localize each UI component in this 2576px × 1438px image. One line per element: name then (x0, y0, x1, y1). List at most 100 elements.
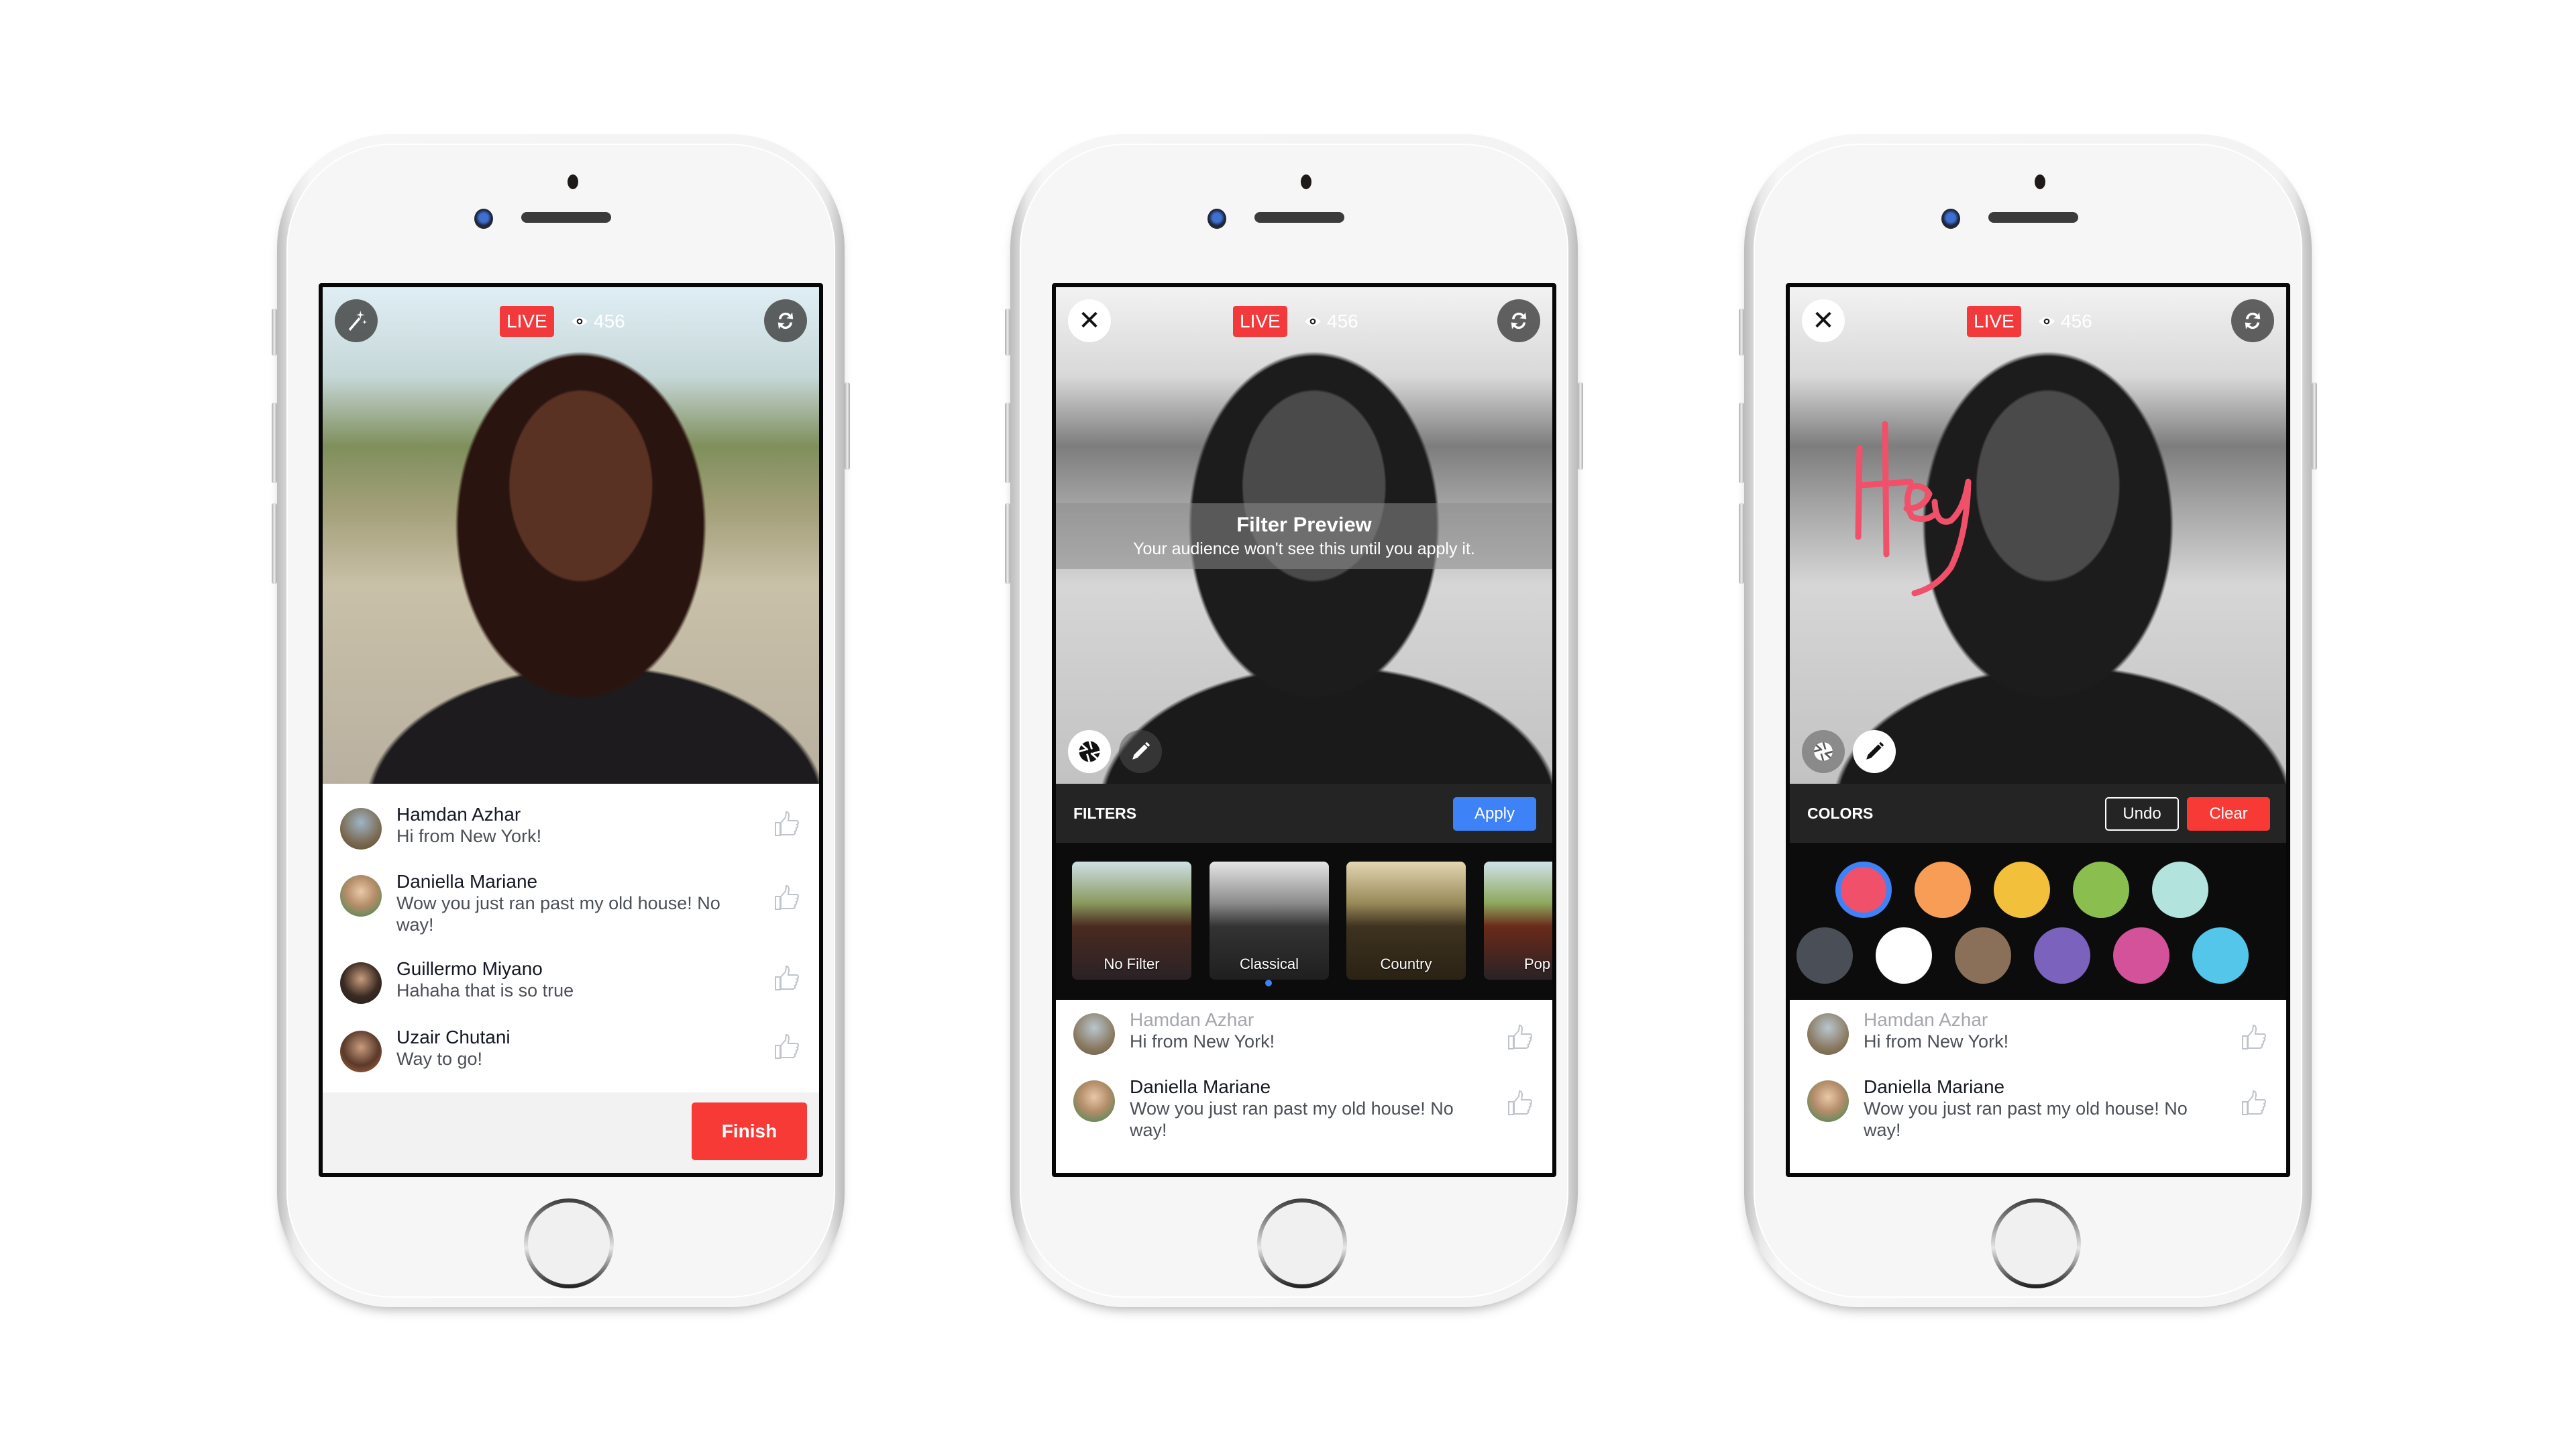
flip-camera-button[interactable] (1497, 299, 1540, 342)
comment-message: Way to go! (396, 1049, 483, 1069)
shutter-icon (1077, 739, 1102, 764)
drawing-hey (1855, 421, 1972, 597)
eye-icon (2038, 315, 2055, 327)
home-button[interactable] (1991, 1198, 2081, 1288)
close-button[interactable]: ✕ (1068, 299, 1111, 342)
phone-face: LIVE 456 Hamdan Azhar Hi from New York! (286, 144, 835, 1298)
front-camera (474, 209, 493, 229)
phone-live-view: LIVE 456 Hamdan Azhar Hi from New York! (272, 134, 850, 1307)
colors-toolbar: COLORS Undo Clear (1790, 784, 2286, 843)
comment-message: Hi from New York! (396, 826, 542, 846)
comment-author: Daniella Mariane (396, 871, 538, 892)
avatar (340, 875, 382, 917)
broadcast-footer: Finish (323, 1092, 819, 1173)
color-swatch[interactable] (1955, 927, 2011, 984)
comment-item: Daniella Mariane Wow you just ran past m… (323, 871, 819, 958)
apply-button[interactable]: Apply (1453, 797, 1536, 831)
live-badge: LIVE (1967, 306, 2021, 337)
thumbs-up-icon[interactable] (2241, 1024, 2267, 1051)
filter-preview-subtitle: Your audience won't see this until you a… (1133, 540, 1475, 558)
app-screen: ✕ LIVE 456 COLORS Undo Clear Hamdan Azha… (1786, 283, 2290, 1177)
volume-up-button (1005, 403, 1010, 483)
viewer-count: 456 (1304, 306, 1358, 337)
color-swatch[interactable] (1876, 927, 1932, 984)
clear-button[interactable]: Clear (2187, 797, 2270, 831)
filter-thumb-country[interactable]: Country (1346, 862, 1466, 980)
comment-item: Hamdan Azhar Hi from New York! (1790, 1000, 2286, 1076)
earpiece-speaker (1254, 212, 1344, 223)
comment-author: Hamdan Azhar (1864, 1009, 1988, 1030)
thumbs-up-icon[interactable] (773, 811, 800, 837)
colors-label: COLORS (1807, 805, 1874, 822)
power-button (1578, 382, 1583, 470)
thumbs-up-icon[interactable] (1507, 1090, 1534, 1117)
thumbs-up-icon[interactable] (773, 1033, 800, 1060)
pencil-icon (1862, 739, 1887, 764)
close-button[interactable]: ✕ (1802, 299, 1845, 342)
eye-icon (1304, 315, 1322, 327)
filter-thumb-no-filter[interactable]: No Filter (1072, 862, 1191, 980)
comment-item: Uzair Chutani Way to go! (323, 1027, 819, 1094)
comment-item: Daniella Mariane Wow you just ran past m… (1790, 1076, 2286, 1164)
filters-tool-button[interactable] (1068, 730, 1111, 773)
phone-face: ✕ LIVE 456 COLORS Undo Clear Hamdan Azha… (1754, 144, 2302, 1298)
flip-camera-button[interactable] (764, 299, 807, 342)
avatar (1073, 1013, 1115, 1055)
proximity-sensor (2035, 174, 2045, 189)
power-button (2312, 382, 2317, 470)
flip-camera-button[interactable] (2231, 299, 2274, 342)
color-swatch[interactable] (1835, 862, 1892, 918)
color-palette (1790, 843, 2286, 1000)
viewer-count-value: 456 (2061, 311, 2092, 331)
color-swatch[interactable] (2192, 927, 2249, 984)
filter-tray: No Filter Classical Country Pop (1056, 843, 1552, 1000)
draw-tool-button[interactable] (1119, 730, 1162, 773)
comment-author: Daniella Mariane (1130, 1076, 1271, 1097)
color-swatch[interactable] (1796, 927, 1853, 984)
color-swatch[interactable] (1994, 862, 2050, 918)
finish-button[interactable]: Finish (692, 1102, 807, 1160)
color-swatch[interactable] (2113, 927, 2169, 984)
thumbs-up-icon[interactable] (2241, 1090, 2267, 1117)
color-swatch[interactable] (2034, 927, 2090, 984)
draw-tool-button[interactable] (1853, 730, 1896, 773)
shutter-icon (1812, 740, 1835, 763)
volume-up-button (1739, 403, 1744, 483)
filters-tool-button[interactable] (1802, 730, 1845, 773)
color-swatch[interactable] (2152, 862, 2208, 918)
undo-button[interactable]: Undo (2105, 797, 2179, 831)
home-button[interactable] (524, 1198, 614, 1288)
home-button[interactable] (1257, 1198, 1347, 1288)
viewer-count-value: 456 (594, 311, 625, 331)
flip-camera-icon (2239, 307, 2266, 334)
live-badge: LIVE (500, 306, 554, 337)
thumbs-up-icon[interactable] (773, 884, 800, 911)
comments-list: Hamdan Azhar Hi from New York! Daniella … (323, 784, 819, 1092)
color-swatch[interactable] (2073, 862, 2129, 918)
comment-author: Hamdan Azhar (1130, 1009, 1254, 1030)
comment-message: Wow you just ran past my old house! No w… (1130, 1098, 1454, 1140)
avatar (1807, 1080, 1849, 1122)
phone-face: ✕ LIVE 456 Filter Preview Your audience … (1020, 144, 1568, 1298)
eye-icon (571, 315, 588, 327)
filter-thumb-classical[interactable]: Classical (1210, 862, 1329, 980)
volume-down-button (1005, 503, 1010, 584)
comment-author: Hamdan Azhar (396, 804, 521, 825)
effects-button[interactable] (335, 299, 378, 342)
thumbs-up-icon[interactable] (1507, 1024, 1534, 1051)
power-button (845, 382, 850, 470)
live-video-feed: ✕ LIVE 456 (1790, 287, 2286, 784)
flip-camera-icon (1505, 307, 1532, 334)
avatar (340, 808, 382, 850)
filter-label: Country (1380, 956, 1432, 972)
comment-author: Daniella Mariane (1864, 1076, 2005, 1097)
comment-item: Hamdan Azhar Hi from New York! (323, 804, 819, 871)
close-icon: ✕ (1812, 306, 1835, 336)
proximity-sensor (1301, 174, 1311, 189)
comment-message: Wow you just ran past my old house! No w… (1864, 1098, 2188, 1140)
color-swatch[interactable] (1915, 862, 1971, 918)
filter-label: Classical (1239, 956, 1299, 972)
volume-up-button (272, 403, 277, 483)
filter-thumb-pop[interactable]: Pop (1484, 862, 1552, 980)
thumbs-up-icon[interactable] (773, 965, 800, 992)
